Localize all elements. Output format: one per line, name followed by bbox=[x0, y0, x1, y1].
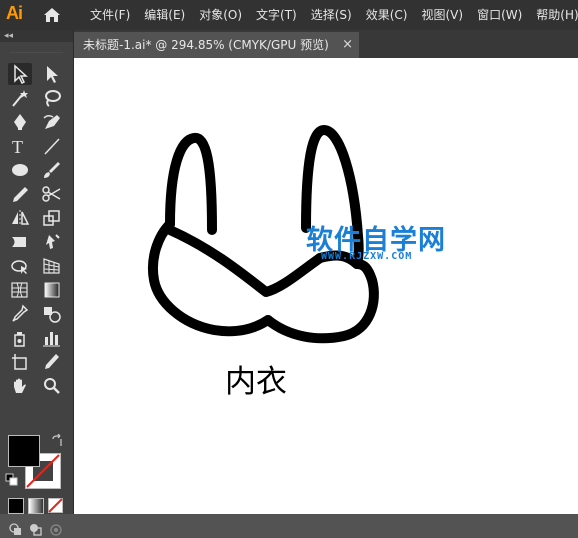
direct-selection-tool-icon[interactable] bbox=[40, 63, 64, 85]
draw-normal-icon[interactable] bbox=[8, 522, 24, 538]
artboard-tool-icon[interactable] bbox=[8, 351, 32, 373]
line-segment-tool-icon[interactable] bbox=[40, 135, 64, 157]
fill-color-swatch[interactable] bbox=[8, 435, 40, 467]
paintbrush-tool-icon[interactable] bbox=[40, 159, 64, 181]
draw-inside-icon[interactable] bbox=[48, 522, 64, 538]
ellipse-tool-icon[interactable] bbox=[8, 159, 32, 181]
artboard-canvas[interactable]: 内衣 软件自学网 WWW.RJZXW.COM bbox=[74, 58, 578, 514]
artwork-label: 内衣 bbox=[225, 364, 287, 400]
menu-bar: Ai 文件(F) 编辑(E) 对象(O) 文字(T) 选择(S) 效果(C) 视… bbox=[0, 0, 578, 30]
draw-behind-icon[interactable] bbox=[28, 522, 44, 538]
width-tool-icon[interactable] bbox=[8, 231, 32, 253]
magic-wand-tool-icon[interactable] bbox=[8, 87, 32, 109]
menu-view[interactable]: 视图(V) bbox=[421, 0, 463, 30]
document-tab[interactable]: 未标题-1.ai* @ 294.85% (CMYK/GPU 预览) × bbox=[74, 32, 359, 58]
blend-tool-icon[interactable] bbox=[40, 303, 64, 325]
color-mode-button[interactable] bbox=[8, 498, 24, 514]
app-logo: Ai bbox=[6, 3, 23, 23]
close-tab-icon[interactable]: × bbox=[342, 32, 353, 58]
default-colors-icon[interactable] bbox=[5, 473, 19, 487]
column-graph-tool-icon[interactable] bbox=[40, 327, 64, 349]
tools-panel-collapse[interactable]: ◂◂ bbox=[0, 30, 73, 42]
menu-edit[interactable]: 编辑(E) bbox=[144, 0, 185, 30]
right-cup-path bbox=[263, 259, 379, 344]
curvature-tool-icon[interactable] bbox=[40, 111, 64, 133]
pencil-tool-icon[interactable] bbox=[8, 183, 32, 205]
tools-panel-grip[interactable] bbox=[10, 44, 63, 53]
symbol-sprayer-tool-icon[interactable] bbox=[8, 327, 32, 349]
gradient-tool-icon[interactable] bbox=[40, 279, 64, 301]
hand-tool-icon[interactable] bbox=[8, 375, 32, 397]
slice-tool-icon[interactable] bbox=[40, 351, 64, 373]
menu-select[interactable]: 选择(S) bbox=[311, 0, 352, 30]
menu-effect[interactable]: 效果(C) bbox=[366, 0, 408, 30]
home-icon[interactable] bbox=[43, 7, 61, 23]
scissors-tool-icon[interactable] bbox=[40, 183, 64, 205]
menu-window[interactable]: 窗口(W) bbox=[477, 0, 522, 30]
eyedropper-tool-icon[interactable] bbox=[8, 303, 32, 325]
selection-tool-icon[interactable] bbox=[8, 63, 32, 85]
menu-object[interactable]: 对象(O) bbox=[199, 0, 242, 30]
gradient-mode-button[interactable] bbox=[28, 498, 44, 514]
reflect-tool-icon[interactable] bbox=[8, 207, 32, 229]
document-tab-title: 未标题-1.ai* @ 294.85% (CMYK/GPU 预览) bbox=[83, 38, 329, 52]
mesh-tool-icon[interactable] bbox=[8, 279, 32, 301]
scale-tool-icon[interactable] bbox=[40, 207, 64, 229]
bra-artwork[interactable] bbox=[74, 58, 578, 514]
zoom-tool-icon[interactable] bbox=[40, 375, 64, 397]
perspective-grid-tool-icon[interactable] bbox=[40, 255, 64, 277]
menu-list: 文件(F) 编辑(E) 对象(O) 文字(T) 选择(S) 效果(C) 视图(V… bbox=[90, 0, 578, 30]
pen-tool-icon[interactable] bbox=[8, 111, 32, 133]
free-transform-tool-icon[interactable] bbox=[8, 255, 32, 277]
swap-colors-icon[interactable] bbox=[50, 434, 64, 448]
none-mode-icon[interactable] bbox=[48, 498, 64, 514]
menu-help[interactable]: 帮助(H) bbox=[536, 0, 578, 30]
lasso-tool-icon[interactable] bbox=[40, 87, 64, 109]
menu-type[interactable]: 文字(T) bbox=[256, 0, 297, 30]
svg-text:T: T bbox=[12, 137, 23, 156]
watermark-url: WWW.RJZXW.COM bbox=[321, 251, 413, 262]
type-tool-icon[interactable]: T bbox=[8, 135, 32, 157]
menu-file[interactable]: 文件(F) bbox=[90, 0, 130, 30]
tools-panel: ◂◂ T bbox=[0, 30, 74, 536]
puppet-warp-tool-icon[interactable] bbox=[40, 231, 64, 253]
top-band-path bbox=[165, 225, 325, 297]
left-strap-path bbox=[165, 133, 217, 235]
document-tab-bar: 未标题-1.ai* @ 294.85% (CMYK/GPU 预览) × bbox=[74, 30, 578, 58]
